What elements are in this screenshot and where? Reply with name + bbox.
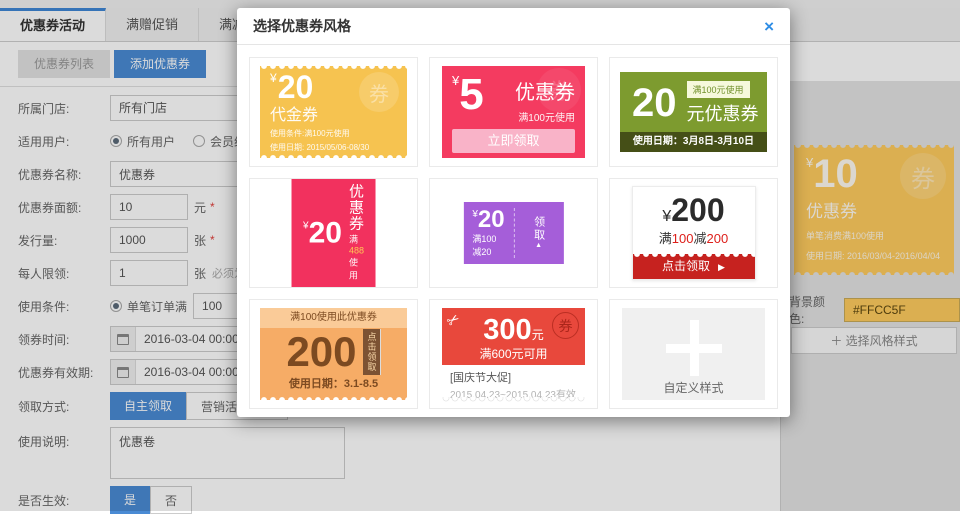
dashed-divider [514,208,515,258]
claim-button[interactable]: 领取 [531,216,547,242]
currency-symbol: ¥ [662,208,671,225]
style6-amount: 200 [671,192,724,228]
style8-unit: 元 [532,328,544,342]
style3-amount: 20 [632,83,677,123]
style3-date: 使用日期：3月8日-3月10日 [620,132,767,152]
coupon-style-modal: 选择优惠券风格 × ¥20 代金券 使用条件:满100元使用 使用日期: 201… [237,8,790,417]
custom-style-label: 自定义样式 [622,379,765,396]
style4-condition: 满488使用 [349,233,364,282]
style2-condition: 满100元使用 [515,109,575,124]
click-claim-tab[interactable]: 点击领取 [363,329,381,375]
claim-now-button[interactable]: 立即领取 [452,129,575,153]
style-grid: ¥20 代金券 使用条件:满100元使用 使用日期: 2015/05/06-08… [237,45,790,421]
style7-header: 满100使用此优惠券 [260,308,407,328]
style1-date: 使用日期: 2015/05/06-08/30 [270,142,397,153]
style8-amount: 300 [483,314,531,346]
coupon-style-orange[interactable]: 满100使用此优惠券 200 点击领取 使用日期：3.1-8.5 [249,299,418,409]
coupon-stamp-icon: 券 [359,72,399,112]
coupon-style-purple-banner[interactable]: ¥20 满100减20 领取 ▲ [429,178,598,288]
style5-amount: 20 [478,206,505,233]
style7-amount: 200 [286,330,356,374]
style2-amount: 5 [459,70,483,119]
coupon-style-custom[interactable]: 自定义样式 [609,299,778,409]
modal-header: 选择优惠券风格 × [237,8,790,45]
coupon-style-green[interactable]: 20 满100元使用 元优惠券 使用日期：3月8日-3月10日 [609,57,778,167]
coupon-stamp-icon: 券 [537,68,581,112]
style4-amount: 20 [309,216,342,249]
style4-title: 优惠券 [349,185,364,233]
coupon-stamp-icon: 券 [552,312,579,339]
style1-condition: 使用条件:满100元使用 [270,128,397,139]
style5-condition: 满100减20 [472,232,504,258]
arrow-right-icon: ▶ [718,262,725,272]
plus-icon [666,320,722,376]
arrow-up-icon: ▲ [535,242,542,250]
wavy-edge [442,397,585,402]
style6-condition: 满100减200 [633,227,755,254]
coupon-style-red-white[interactable]: ✂ 券 300元 满600元可用 [国庆节大促] 2015.04.23~2015… [429,299,598,409]
style3-title: 元优惠券 [687,100,759,126]
coupon-style-white-card[interactable]: ¥200 满100减200 点击领取▶ [609,178,778,288]
modal-title: 选择优惠券风格 [253,16,764,36]
style3-condition-tag: 满100元使用 [687,81,750,98]
click-claim-button[interactable]: 点击领取▶ [633,254,755,279]
style8-event-tag: [国庆节大促] [450,369,577,385]
style1-amount: 20 [278,69,314,105]
coupon-style-yellow[interactable]: ¥20 代金券 使用条件:满100元使用 使用日期: 2015/05/06-08… [249,57,418,167]
currency-symbol: ¥ [270,71,277,85]
style8-condition: 满600元可用 [442,345,585,362]
coupon-style-red[interactable]: 券 ¥5 优惠券 满100元使用 立即领取 [429,57,598,167]
style7-date: 使用日期：3.1-8.5 [260,375,407,391]
close-icon[interactable]: × [764,18,774,35]
coupon-style-pink-banner[interactable]: ¥20 优惠券 满488使用 [249,178,418,288]
